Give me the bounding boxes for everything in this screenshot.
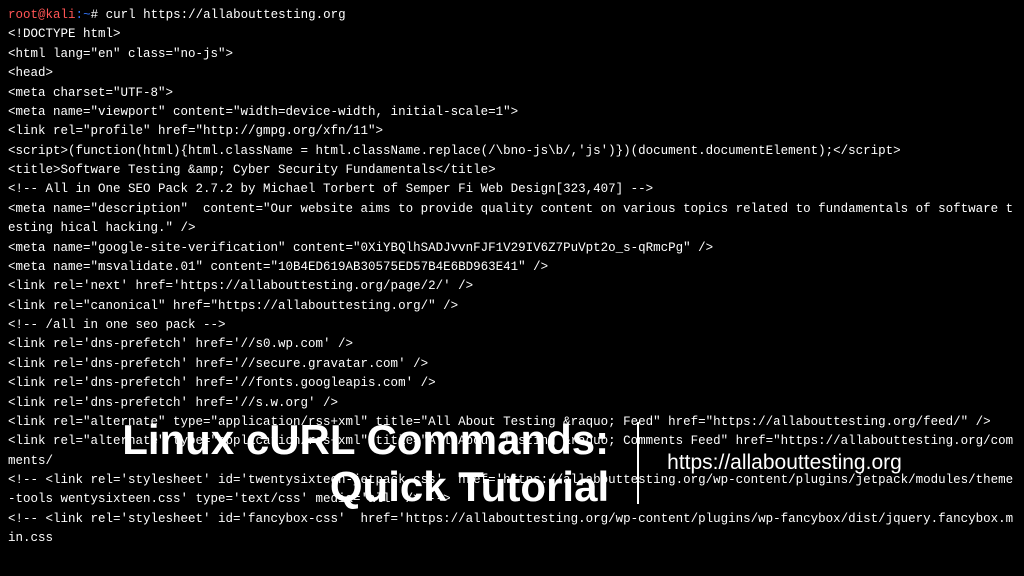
output-line: <link rel="canonical" href="https://alla… [8, 299, 458, 313]
prompt-user: root [8, 8, 38, 22]
vertical-divider [637, 422, 639, 504]
prompt-colon: : [76, 8, 84, 22]
output-line: <meta name="viewport" content="width=dev… [8, 105, 518, 119]
output-line: <!-- /all in one seo pack --> [8, 318, 226, 332]
output-line: <meta name="google-site-verification" co… [8, 241, 713, 255]
output-line: <link rel="profile" href="http://gmpg.or… [8, 124, 383, 138]
title-block: Linux cURL Commands: Quick Tutorial [122, 416, 609, 510]
output-line: <link rel='dns-prefetch' href='//secure.… [8, 357, 428, 371]
output-line: <!DOCTYPE html> [8, 27, 121, 41]
output-line: <script>(function(html){html.className =… [8, 144, 901, 158]
command-text: curl https://allabouttesting.org [106, 8, 346, 22]
output-line: <meta name="description" content="Our we… [8, 202, 1013, 235]
title-line-1: Linux cURL Commands: [122, 416, 609, 463]
output-line: <link rel='next' href='https://allaboutt… [8, 279, 473, 293]
output-line: <meta name="msvalidate.01" content="10B4… [8, 260, 548, 274]
output-line: <!-- All in One SEO Pack 2.7.2 by Michae… [8, 182, 653, 196]
output-line: <meta charset="UTF-8"> [8, 86, 173, 100]
prompt-hash: # [91, 8, 99, 22]
output-line: <title>Software Testing &amp; Cyber Secu… [8, 163, 496, 177]
title-line-2: Quick Tutorial [122, 463, 609, 510]
output-line: <link rel='dns-prefetch' href='//s0.wp.c… [8, 337, 353, 351]
output-line: <head> [8, 66, 53, 80]
prompt-path: ~ [83, 8, 91, 22]
output-line: <html lang="en" class="no-js"> [8, 47, 233, 61]
prompt-at: @ [38, 8, 46, 22]
title-overlay: Linux cURL Commands: Quick Tutorial http… [0, 388, 1024, 538]
prompt-host: kali [46, 8, 76, 22]
url-text: https://allabouttesting.org [667, 451, 902, 475]
